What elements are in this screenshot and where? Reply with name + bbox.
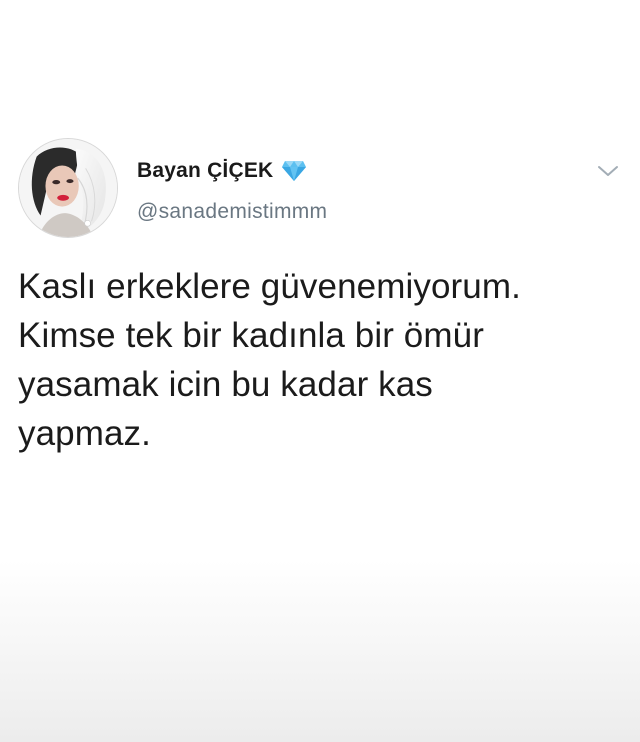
chevron-down-icon[interactable] [596, 162, 620, 180]
author-name-row[interactable]: Bayan ÇİÇEK [137, 156, 307, 186]
tweet-text: Kaslı erkeklere güvenemiyorum. Kimse tek… [18, 262, 618, 458]
tweet-text-line: yapmaz. [18, 414, 151, 453]
diamond-icon [281, 160, 307, 182]
avatar[interactable] [18, 138, 118, 238]
tweet-card: Bayan ÇİÇEK @sanademistimmm Kaslı erkekl… [0, 0, 640, 742]
tweet-text-line: yasamak icin bu kadar kas [18, 365, 433, 404]
avatar-image [19, 139, 117, 237]
tweet-text-line: Kaslı erkeklere güvenemiyorum. [18, 267, 521, 306]
author-handle[interactable]: @sanademistimmm [137, 200, 327, 224]
tweet-text-line: Kimse tek bir kadınla bir ömür [18, 316, 484, 355]
display-name[interactable]: Bayan ÇİÇEK [137, 159, 273, 183]
